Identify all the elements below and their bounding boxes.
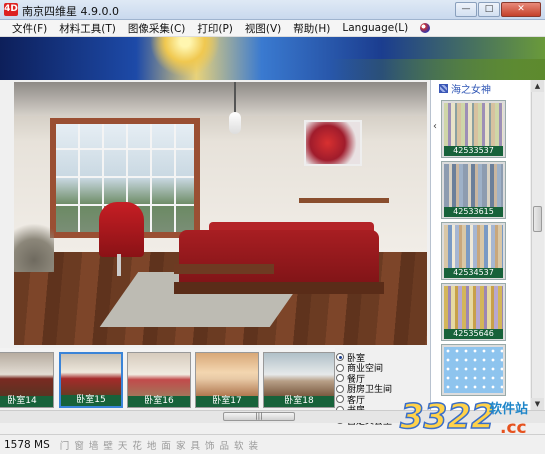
scene-thumbnail-image (264, 353, 334, 396)
scene-thumbnail-image (196, 353, 258, 396)
material-swatch[interactable]: 42534537 (441, 222, 506, 280)
menu-view[interactable]: 视图(V) (239, 21, 287, 36)
material-swatch[interactable]: 42533537 (441, 100, 506, 158)
pendant-lamp-cord (234, 82, 236, 114)
material-category-icon (439, 83, 448, 93)
close-button[interactable]: ✕ (501, 2, 541, 17)
window-controls: — □ ✕ (455, 2, 541, 17)
scene-thumbnail-label: 卧室15 (61, 395, 121, 406)
scene-thumbnail-label: 卧室17 (196, 396, 258, 407)
menu-print[interactable]: 打印(P) (191, 21, 239, 36)
scene-thumbnail-image (61, 354, 121, 395)
bench (174, 264, 274, 274)
status-categories: 门 窗 墙 壁 天 花 地 面 家 具 饰 品 软 装 (59, 440, 260, 452)
radio-button[interactable] (336, 384, 344, 393)
pendant-lamp (229, 112, 241, 134)
room-preview[interactable] (14, 82, 427, 345)
swatch-pattern (444, 103, 503, 146)
watermark-logo: 3322 (399, 396, 495, 438)
chair-leg (117, 254, 121, 276)
title-bar: 4D 南京四维星 4.9.0.0 — □ ✕ (0, 0, 545, 20)
wall-painting (304, 120, 362, 166)
maximize-button[interactable]: □ (478, 2, 500, 17)
wall-shelf (299, 198, 389, 203)
swatch-pattern (444, 225, 503, 268)
radio-button[interactable] (336, 395, 344, 404)
minimize-button[interactable]: — (455, 2, 477, 17)
radio-button[interactable] (336, 363, 344, 372)
material-swatch[interactable]: 42533615 (441, 161, 506, 219)
collapse-arrow-icon[interactable]: ‹ (430, 120, 440, 134)
swatch-pattern (444, 164, 503, 207)
red-chair (99, 202, 144, 257)
window-title: 南京四维星 4.9.0.0 (22, 5, 119, 18)
swatch-code: 42534537 (444, 268, 503, 278)
scene-thumbnail-image (0, 353, 53, 396)
scene-thumbnail-image (128, 353, 190, 396)
scene-thumbnail[interactable]: 卧室14 (0, 352, 54, 408)
radio-button[interactable] (336, 374, 344, 383)
swatch-pattern (444, 286, 503, 329)
plant (14, 212, 54, 272)
bed (179, 230, 379, 290)
material-category-label: 海之女神 (451, 84, 491, 96)
render-time: 1578 MS (4, 438, 50, 451)
material-panel-header: 海之女神 (439, 80, 527, 96)
radio-button[interactable] (336, 353, 344, 362)
language-flag-icon[interactable] (420, 23, 431, 33)
watermark-site-name: 软件站 (489, 402, 529, 417)
scroll-up-icon[interactable]: ▲ (531, 80, 544, 92)
menu-file[interactable]: 文件(F) (6, 21, 53, 36)
scroll-down-icon[interactable]: ▼ (531, 398, 544, 410)
menu-language[interactable]: Language(L) (336, 22, 414, 34)
scene-thumbnail[interactable]: 卧室16 (127, 352, 191, 408)
swatch-pattern (444, 347, 503, 393)
scene-thumbnail-label: 卧室16 (128, 396, 190, 407)
watermark-domain: .cc (500, 418, 527, 438)
app-logo-icon: 4D (4, 3, 18, 16)
watermark-digits: 3322 (400, 397, 495, 437)
swatch-code: 42533537 (444, 146, 503, 156)
scene-thumbnail[interactable]: 卧室17 (195, 352, 259, 408)
scene-thumbnail-label: 卧室18 (264, 396, 334, 407)
material-scrollbar[interactable] (531, 80, 544, 410)
scene-thumbnail[interactable]: 卧室18 (263, 352, 335, 408)
material-swatch[interactable]: 42535646 (441, 283, 506, 341)
thumbnail-scrollbar-thumb[interactable]: ||| (223, 412, 295, 421)
scene-thumbnail-selected[interactable]: 卧室15 (59, 352, 123, 408)
menu-help[interactable]: 帮助(H) (287, 21, 336, 36)
bed-base (174, 282, 384, 294)
header-banner (0, 37, 545, 80)
swatch-code: 42533615 (444, 207, 503, 217)
swatch-code: 42535646 (444, 329, 503, 339)
scene-thumbnail-label: 卧室14 (0, 396, 53, 407)
room-ceiling (14, 82, 427, 116)
menu-bar: 文件(F) 材料工具(T) 图像采集(C) 打印(P) 视图(V) 帮助(H) … (0, 20, 545, 37)
menu-material-tools[interactable]: 材料工具(T) (53, 21, 122, 36)
menu-image-capture[interactable]: 图像采集(C) (122, 21, 192, 36)
material-scrollbar-thumb[interactable] (533, 206, 542, 232)
